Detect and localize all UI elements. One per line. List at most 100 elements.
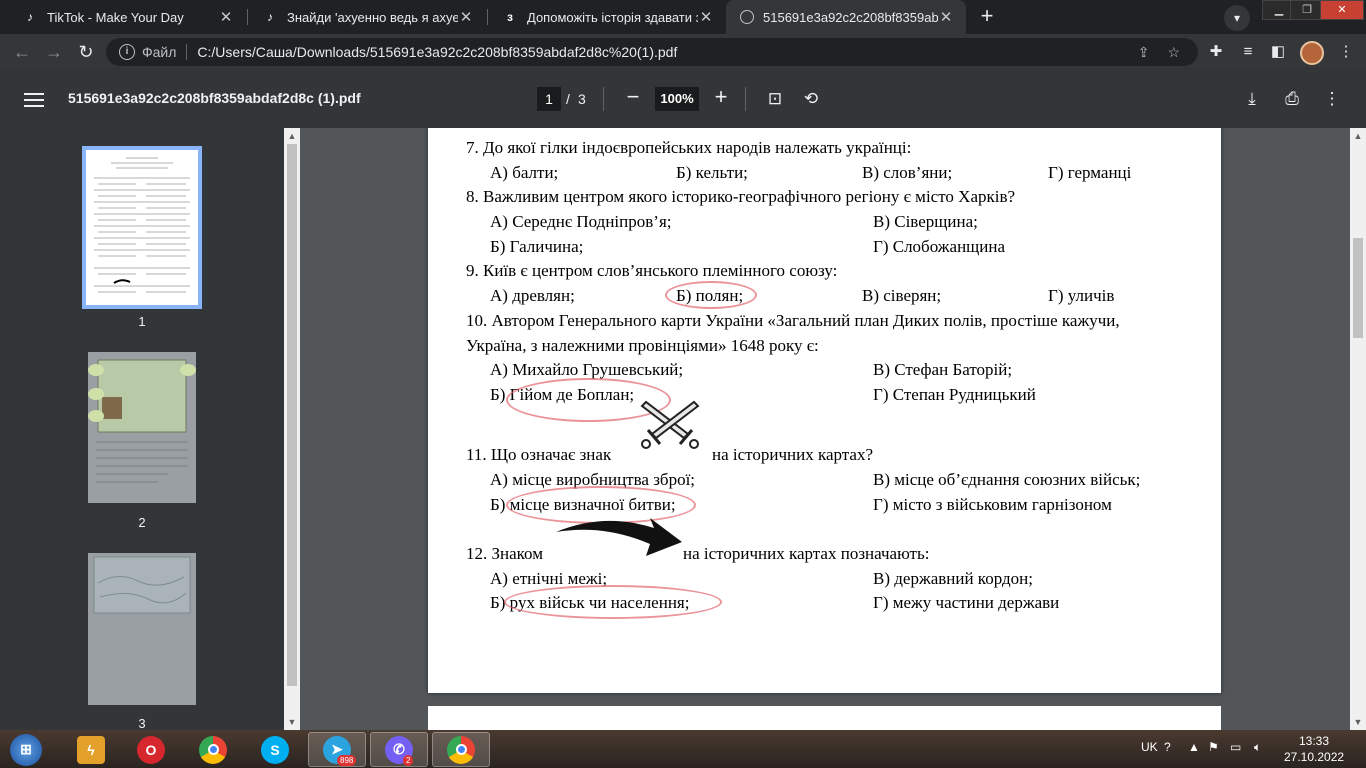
answer-8c: В) Сіверщина; bbox=[873, 212, 978, 231]
question-11-prefix: 11. Що означає знак bbox=[466, 445, 612, 464]
language-indicator[interactable]: UK bbox=[1141, 740, 1158, 754]
close-icon[interactable]: ✕ bbox=[218, 8, 234, 26]
globe-icon bbox=[740, 10, 754, 24]
restore-button[interactable]: ❐ bbox=[1290, 0, 1324, 20]
tab-title: Знайди 'ахуенно ведь я ахуенна bbox=[287, 9, 458, 25]
flag-icon[interactable]: ⚑ bbox=[1208, 740, 1219, 754]
viber-badge: 2 bbox=[403, 755, 414, 766]
taskbar-app-opera[interactable]: O bbox=[122, 732, 180, 767]
fit-page-icon[interactable]: ⊡ bbox=[764, 88, 786, 110]
zoom-out-button[interactable]: − bbox=[623, 86, 643, 110]
page-total: 3 bbox=[578, 91, 586, 107]
question-9: 9. Київ є центром слов’янського племінно… bbox=[466, 261, 838, 280]
window-close-button[interactable]: ✕ bbox=[1320, 0, 1364, 20]
forward-button[interactable]: → bbox=[42, 40, 66, 64]
question-8: 8. Важливим центром якого історико-геогр… bbox=[466, 187, 1016, 206]
pdf-page-2 bbox=[428, 706, 1221, 730]
volume-icon[interactable]: 🔈︎ bbox=[1254, 740, 1261, 755]
thumbnail-label: 1 bbox=[138, 314, 146, 329]
download-icon[interactable]: ⤓ bbox=[1241, 88, 1263, 110]
answer-12d: Г) межу частини держави bbox=[873, 593, 1060, 612]
opera-icon: O bbox=[137, 735, 165, 764]
new-tab-button[interactable]: + bbox=[975, 5, 999, 29]
taskbar-app-viber[interactable]: ✆ 2 bbox=[370, 732, 428, 767]
question-12-suffix: на історичних картах позначають: bbox=[683, 544, 930, 563]
scroll-up-icon[interactable]: ▲ bbox=[284, 128, 300, 144]
zoom-in-button[interactable]: + bbox=[711, 86, 731, 110]
taskbar-app-telegram[interactable]: ➤ 898 bbox=[308, 732, 366, 767]
tab-search-button[interactable]: ▾ bbox=[1224, 5, 1250, 31]
tab-tiktok-search[interactable]: ♪ Знайди 'ахуенно ведь я ахуенна ✕ bbox=[248, 0, 486, 34]
chrome-icon bbox=[447, 735, 475, 764]
answer-7c: В) слов’яни; bbox=[862, 163, 953, 182]
clock-time: 13:33 bbox=[1298, 734, 1330, 748]
page-thumbnail-3[interactable] bbox=[88, 553, 196, 705]
start-button[interactable]: ⊞ bbox=[0, 732, 52, 767]
question-12-prefix: 12. Знаком bbox=[466, 544, 543, 563]
more-options-icon[interactable]: ⋮ bbox=[1321, 88, 1343, 110]
thumbnail-preview bbox=[94, 157, 190, 293]
answer-12c: В) державний кордон; bbox=[873, 569, 1033, 588]
taskbar-app-chrome[interactable] bbox=[184, 732, 242, 767]
question-10-line1: 10. Автором Генерального карти України «… bbox=[466, 311, 1120, 330]
taskbar-app-skype[interactable]: S bbox=[246, 732, 304, 767]
help-icon[interactable]: ? bbox=[1164, 740, 1171, 754]
page-thumbnail-1[interactable] bbox=[82, 146, 202, 309]
answer-7a: А) балти; bbox=[490, 163, 559, 182]
windows-start-icon: ⊞ bbox=[10, 733, 42, 766]
chrome-icon bbox=[199, 735, 227, 764]
bookmark-star-icon[interactable]: ☆ bbox=[1167, 44, 1180, 61]
extensions-icon[interactable]: ✚ bbox=[1206, 42, 1226, 62]
telegram-badge: 898 bbox=[337, 755, 357, 766]
thumbnail-preview bbox=[93, 556, 191, 614]
page-thumbnail-2[interactable] bbox=[88, 352, 196, 503]
answer-8a: А) Середнє Подніпров’я; bbox=[490, 212, 672, 231]
close-icon[interactable]: ✕ bbox=[458, 8, 474, 26]
scroll-down-icon[interactable]: ▼ bbox=[1350, 714, 1366, 730]
reading-list-icon[interactable]: ≡ bbox=[1238, 42, 1258, 62]
scroll-up-icon[interactable]: ▲ bbox=[1350, 128, 1366, 144]
answer-9c: В) сіверян; bbox=[862, 286, 942, 305]
show-hidden-icons-icon[interactable]: ▲ bbox=[1188, 740, 1200, 754]
movement-arrow-icon bbox=[556, 518, 682, 556]
sidebar-scrollbar[interactable]: ▲ ▼ bbox=[284, 128, 300, 730]
side-panel-icon[interactable]: ◧ bbox=[1268, 42, 1288, 62]
share-icon[interactable]: ⇪ bbox=[1138, 44, 1150, 61]
viewer-scrollbar[interactable]: ▲ ▼ bbox=[1350, 128, 1366, 730]
url-text[interactable]: C:/Users/Саша/Downloads/515691e3a92c2c20… bbox=[197, 44, 1137, 60]
reload-button[interactable]: ↻ bbox=[74, 40, 98, 64]
answer-10c: В) Стефан Баторій; bbox=[873, 360, 1013, 379]
answer-9a: А) древлян; bbox=[490, 286, 575, 305]
network-icon[interactable]: ▭ bbox=[1230, 740, 1241, 754]
zoom-input[interactable]: 100% bbox=[655, 87, 699, 111]
kebab-menu-icon[interactable]: ⋮ bbox=[1336, 42, 1356, 62]
tab-znanija[interactable]: з Допоможіть історія здавати зав ✕ bbox=[488, 0, 726, 34]
print-icon[interactable]: ⎙ bbox=[1281, 88, 1303, 110]
page-number-input[interactable]: 1 bbox=[537, 87, 561, 111]
taskbar-app-chrome-active[interactable] bbox=[432, 732, 490, 767]
scrollbar-thumb[interactable] bbox=[287, 144, 297, 686]
tab-pdf[interactable]: 515691e3a92c2c208bf8359abdaf ✕ bbox=[726, 0, 966, 34]
back-button[interactable]: ← bbox=[10, 40, 34, 64]
browser-toolbar: ← → ↻ i Файл C:/Users/Саша/Downloads/515… bbox=[0, 34, 1366, 70]
answer-8d: Г) Слобожанщина bbox=[873, 237, 1006, 256]
address-bar[interactable]: i Файл C:/Users/Саша/Downloads/515691e3a… bbox=[106, 38, 1198, 66]
page-separator: / bbox=[566, 91, 570, 107]
answer-8b: Б) Галичина; bbox=[490, 237, 584, 256]
tiktok-icon: ♪ bbox=[267, 10, 273, 24]
close-icon[interactable]: ✕ bbox=[698, 8, 714, 26]
taskbar-app-game[interactable]: ϟ bbox=[62, 732, 120, 767]
rotate-icon[interactable]: ⟲ bbox=[800, 88, 822, 110]
answer-11c: В) місце об’єднання союзних військ; bbox=[873, 470, 1141, 489]
scrollbar-thumb[interactable] bbox=[1353, 238, 1363, 338]
scroll-down-icon[interactable]: ▼ bbox=[284, 714, 300, 730]
system-clock[interactable]: 13:33 27.10.2022 bbox=[1284, 733, 1344, 765]
pdf-page: 7. До якої гілки індоєвропейських народі… bbox=[428, 128, 1221, 693]
hamburger-menu-icon[interactable] bbox=[24, 89, 44, 109]
thumbnail-label: 3 bbox=[138, 716, 146, 731]
close-icon[interactable]: ✕ bbox=[938, 8, 954, 26]
tab-tiktok[interactable]: ♪ TikTok - Make Your Day ✕ bbox=[8, 0, 246, 34]
url-scheme: Файл bbox=[142, 44, 177, 60]
profile-avatar[interactable] bbox=[1300, 41, 1324, 65]
info-icon[interactable]: i bbox=[119, 44, 135, 60]
